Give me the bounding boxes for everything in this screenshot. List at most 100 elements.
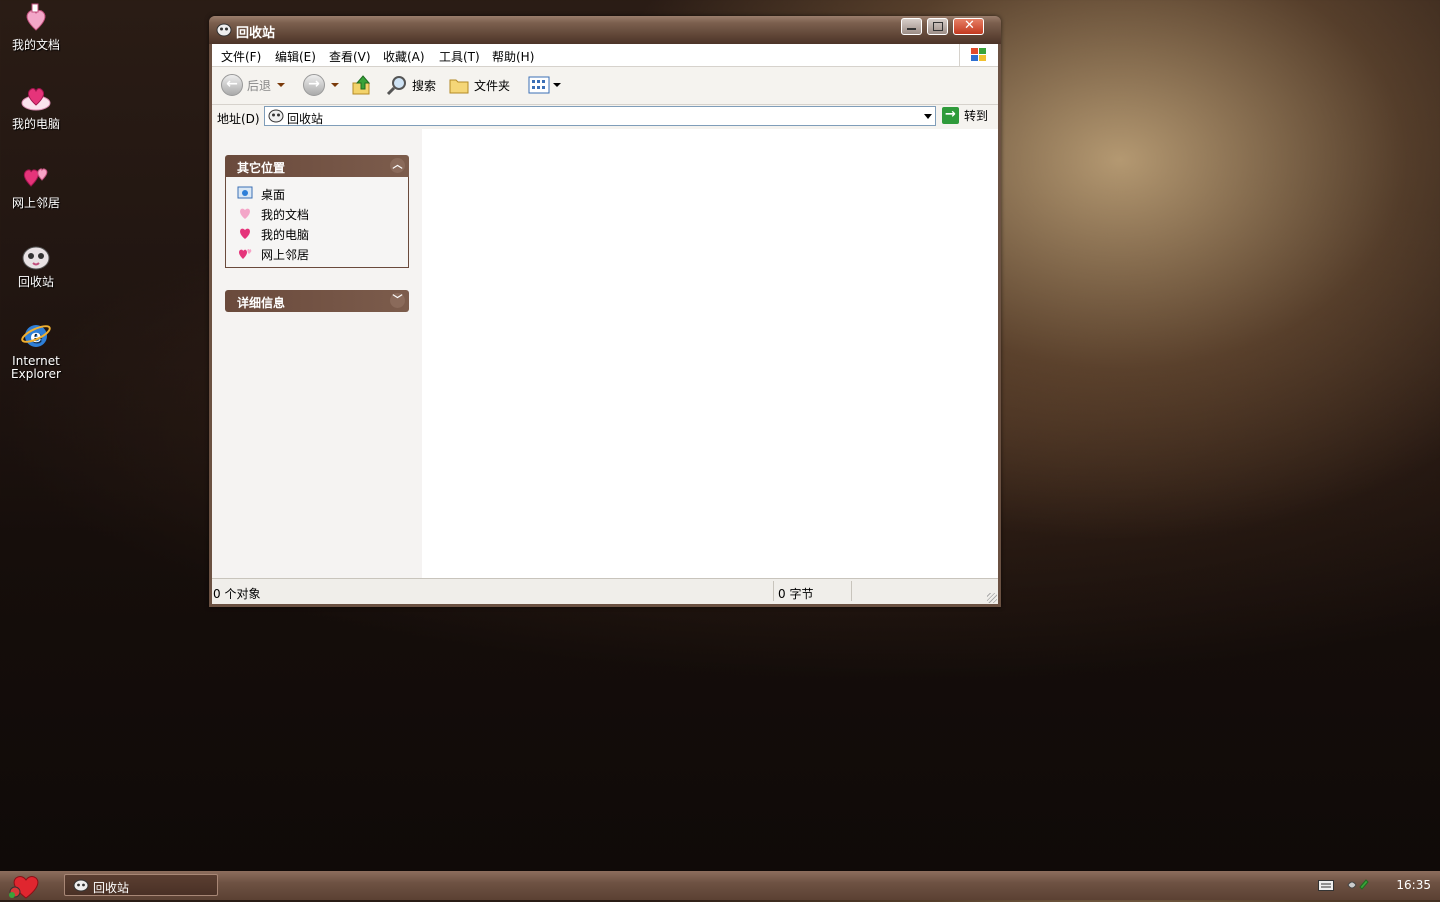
views-button[interactable]: [528, 73, 561, 97]
status-separator: [773, 581, 774, 601]
views-icon: [528, 76, 550, 94]
search-label: 搜索: [412, 78, 437, 93]
recycle-bin-icon: [268, 109, 284, 123]
status-separator: [851, 581, 852, 601]
expand-icon[interactable]: ﹀: [390, 293, 405, 308]
file-list-area[interactable]: [422, 129, 998, 579]
other-places-title: 其它位置: [237, 161, 286, 175]
heart-start-icon: [9, 876, 39, 899]
desktop-icon-label-line2: Explorer: [11, 367, 61, 381]
menu-edit[interactable]: 编辑(E): [275, 48, 316, 65]
folder-icon: [449, 79, 469, 94]
address-value: 回收站: [287, 112, 324, 126]
place-link-desktop[interactable]: 桌面: [226, 183, 408, 203]
desktop-icon-label: 我的电脑: [11, 117, 60, 131]
window-client-area: 文件(F) 编辑(E) 查看(V) 收藏(A) 工具(T) 帮助(H) ← 后退…: [212, 44, 998, 604]
address-dropdown-icon[interactable]: [924, 114, 932, 119]
recycle-bin-icon: [73, 879, 89, 892]
hearts-network-icon: [239, 249, 252, 259]
heart-cloud-icon: [19, 81, 53, 115]
system-tray: 16:35: [1310, 871, 1440, 900]
desktop-icon-label: 回收站: [17, 275, 54, 289]
heart-document-icon: [19, 2, 53, 36]
heart-document-icon: [240, 208, 250, 219]
menu-bar: 文件(F) 编辑(E) 查看(V) 收藏(A) 工具(T) 帮助(H): [212, 44, 998, 67]
standard-toolbar: ← 后退 → 搜索 文件夹: [212, 67, 998, 105]
views-dropdown-icon: [553, 83, 561, 87]
status-object-count: 0 个对象: [213, 587, 261, 601]
go-label: 转到: [964, 109, 989, 123]
back-dropdown-icon: [277, 83, 286, 87]
desktop-icon: [237, 186, 253, 199]
up-folder-button[interactable]: [351, 73, 373, 97]
window-title: 回收站: [236, 26, 276, 41]
task-pane: 其它位置 ︿ 桌面 我的文档 我的电脑 网上邻居 详细信息 ﹀: [212, 129, 422, 579]
place-label: 网上邻居: [261, 248, 310, 262]
title-bar[interactable]: 回收站 ✕: [209, 16, 1001, 44]
go-button[interactable]: → 转到: [942, 107, 988, 124]
details-header[interactable]: 详细信息 ﹀: [225, 290, 409, 312]
up-folder-icon: [352, 75, 371, 95]
address-input[interactable]: 回收站: [264, 106, 936, 126]
desktop-icon-network[interactable]: 网上邻居: [4, 160, 68, 210]
hearts-network-icon: [19, 160, 53, 194]
desktop-icon-my-documents[interactable]: 我的文档: [4, 2, 68, 52]
menu-favorites[interactable]: 收藏(A): [383, 48, 425, 65]
minimize-icon: [907, 28, 916, 30]
taskbar: 回收站 16:35: [0, 871, 1440, 900]
recycle-bin-icon: [19, 239, 53, 273]
search-icon: [386, 76, 406, 96]
menu-file[interactable]: 文件(F): [221, 48, 261, 65]
status-size: 0 字节: [778, 587, 814, 601]
menu-help[interactable]: 帮助(H): [492, 48, 534, 65]
back-arrow-icon: ←: [221, 74, 243, 96]
keyboard-icon[interactable]: [1318, 880, 1334, 891]
desktop-icon-label: 我的文档: [11, 38, 60, 52]
details-title: 详细信息: [237, 296, 286, 310]
menu-view[interactable]: 查看(V): [329, 48, 371, 65]
desktop-icon-label: 网上邻居: [11, 196, 60, 210]
heart-computer-icon: [240, 228, 250, 239]
place-link-my-documents[interactable]: 我的文档: [226, 203, 408, 223]
folders-button[interactable]: 文件夹: [448, 73, 510, 97]
network-status-icon[interactable]: [1346, 877, 1370, 893]
status-bar: 0 个对象 0 字节: [212, 578, 998, 604]
place-link-network[interactable]: 网上邻居: [226, 243, 408, 263]
place-label: 我的电脑: [261, 228, 310, 242]
taskbar-item-label: 回收站: [93, 881, 130, 895]
internet-explorer-icon: e: [19, 318, 53, 352]
place-link-my-computer[interactable]: 我的电脑: [226, 223, 408, 243]
other-places-header[interactable]: 其它位置 ︿: [225, 155, 409, 177]
forward-arrow-icon: →: [303, 74, 325, 96]
desktop-icon-my-computer[interactable]: 我的电脑: [4, 81, 68, 131]
minimize-button[interactable]: [901, 18, 922, 35]
other-places-pane: 其它位置 ︿ 桌面 我的文档 我的电脑 网上邻居: [225, 155, 409, 268]
clock: 16:35: [1396, 878, 1431, 892]
other-places-list: 桌面 我的文档 我的电脑 网上邻居: [225, 177, 409, 268]
start-button[interactable]: [6, 873, 44, 899]
menu-tools[interactable]: 工具(T): [439, 48, 480, 65]
forward-dropdown-icon: [331, 83, 339, 87]
forward-button[interactable]: →: [303, 73, 339, 97]
desktop-icon-internet-explorer[interactable]: e Internet Explorer: [4, 318, 68, 381]
close-button[interactable]: ✕: [953, 18, 984, 35]
collapse-icon[interactable]: ︿: [390, 158, 405, 173]
windows-logo-icon: [959, 44, 998, 66]
go-arrow-icon: →: [942, 107, 959, 124]
resize-grip-icon[interactable]: [987, 593, 997, 603]
back-button[interactable]: ← 后退: [221, 73, 286, 97]
search-button[interactable]: 搜索: [386, 73, 436, 97]
desktop-icon-recycle-bin[interactable]: 回收站: [4, 239, 68, 289]
taskbar-item-recycle-bin[interactable]: 回收站: [64, 874, 218, 896]
back-label: 后退: [247, 78, 272, 93]
place-label: 我的文档: [261, 208, 310, 222]
place-label: 桌面: [261, 188, 286, 202]
address-label: 地址(D): [217, 112, 260, 126]
address-bar: 地址(D) 回收站 → 转到: [212, 105, 998, 129]
close-icon: ✕: [964, 18, 975, 33]
folders-label: 文件夹: [474, 78, 511, 93]
recycle-bin-icon: [216, 23, 232, 37]
recycle-bin-window: 回收站 ✕ 文件(F) 编辑(E) 查看(V) 收藏(A) 工具(T) 帮助(H…: [209, 16, 1001, 607]
maximize-button[interactable]: [927, 18, 948, 35]
details-pane: 详细信息 ﹀: [225, 290, 409, 312]
